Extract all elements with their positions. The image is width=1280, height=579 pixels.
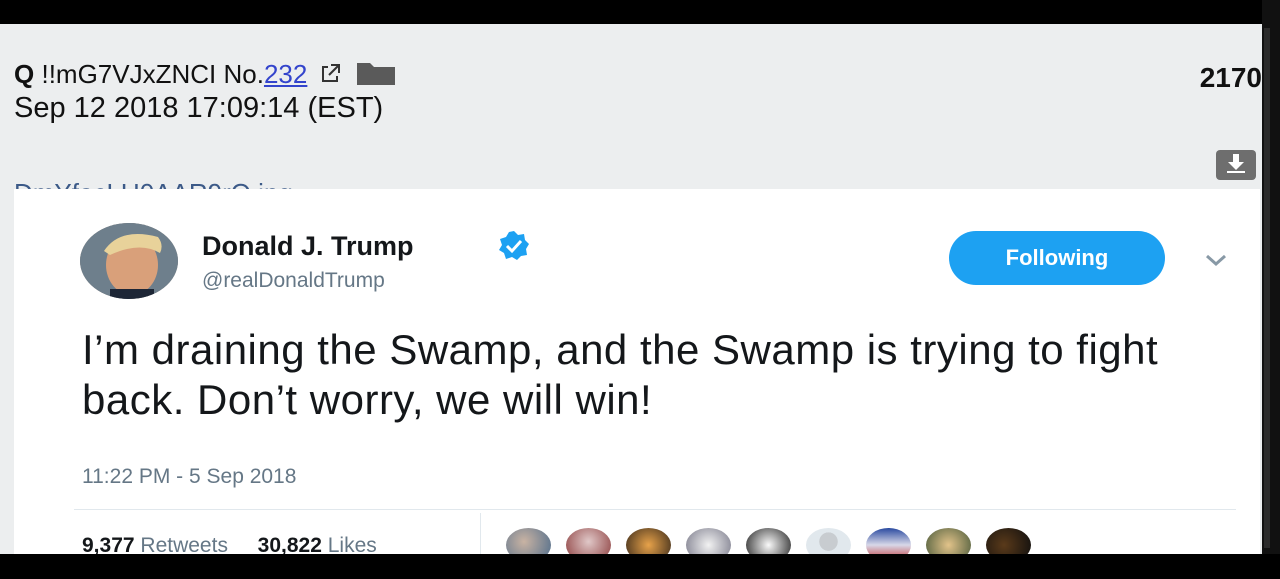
verified-badge-icon	[497, 229, 531, 268]
post-count: 2170	[1199, 62, 1262, 93]
retweets-label[interactable]: Retweets	[140, 534, 228, 554]
tweet-card: Donald J. Trump @realDonaldTrump Followi…	[14, 189, 1260, 554]
bottom-frame-edge	[0, 554, 1280, 579]
post-info-line: Q !!mG7VJxZNCI No.232	[14, 58, 396, 90]
post-number-label: No.	[223, 59, 264, 89]
right-frame-edge	[1262, 0, 1280, 579]
liker-avatar[interactable]	[804, 526, 853, 554]
liker-avatar[interactable]	[864, 526, 913, 554]
tweet-text: I’m draining the Swamp, and the Swamp is…	[82, 326, 1159, 423]
download-icon	[1224, 152, 1248, 179]
post-datetime: Sep 12 2018 17:09:14 (EST)	[14, 92, 384, 124]
tweet-author-name[interactable]: Donald J. Trump	[202, 231, 414, 262]
screen: Q !!mG7VJxZNCI No.232 Sep 12 2018 17:09:…	[0, 24, 1262, 554]
poster-tripcode: !!mG7VJxZNCI	[41, 59, 217, 89]
post-header: Q !!mG7VJxZNCI No.232 Sep 12 2018 17:09:…	[14, 58, 396, 125]
tweet-timestamp[interactable]: 11:22 PM - 5 Sep 2018	[82, 465, 296, 489]
external-link-icon[interactable]	[319, 60, 341, 92]
folder-icon[interactable]	[356, 60, 396, 93]
liker-avatar[interactable]	[924, 526, 973, 554]
liker-avatar[interactable]	[684, 526, 733, 554]
liker-avatar[interactable]	[504, 526, 553, 554]
liker-avatar[interactable]	[624, 526, 673, 554]
likes-label[interactable]: Likes	[328, 534, 377, 554]
avatar[interactable]	[80, 223, 178, 299]
liker-avatar[interactable]	[984, 526, 1033, 554]
chevron-down-icon[interactable]	[1204, 253, 1228, 272]
retweets-count[interactable]: 9,377	[82, 534, 135, 554]
download-button[interactable]	[1216, 150, 1256, 180]
stats-separator	[480, 513, 481, 554]
tweet-stats: 9,377 Retweets 30,822 Likes	[82, 534, 377, 554]
liker-avatars	[504, 526, 1033, 554]
tweet-handle[interactable]: @realDonaldTrump	[202, 269, 385, 293]
likes-count[interactable]: 30,822	[258, 534, 322, 554]
post-number-link[interactable]: 232	[264, 59, 307, 89]
divider	[74, 509, 1236, 510]
liker-avatar[interactable]	[564, 526, 613, 554]
poster-name: Q	[14, 59, 35, 89]
following-button[interactable]: Following	[949, 231, 1165, 285]
liker-avatar[interactable]	[744, 526, 793, 554]
